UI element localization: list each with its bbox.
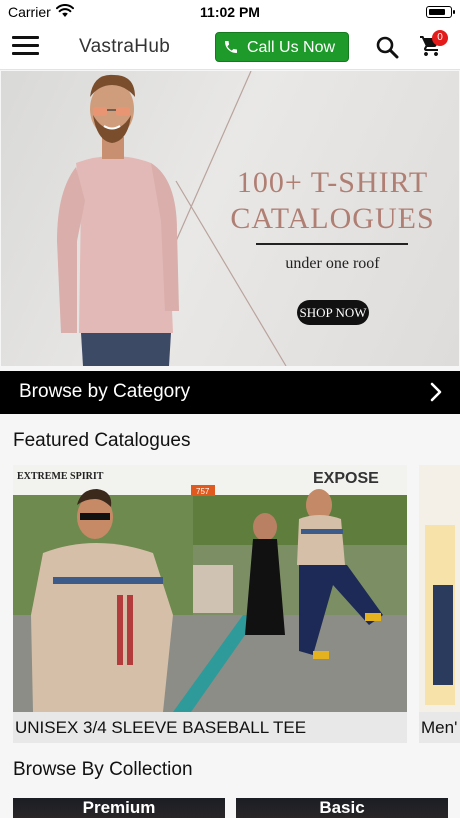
- call-us-button[interactable]: Call Us Now: [215, 32, 349, 62]
- app-title: VastraHub: [79, 36, 171, 57]
- app-header: VastraHub Call Us Now 0: [0, 24, 460, 70]
- banner-model-image: [57, 74, 179, 366]
- catalogue-image: [419, 465, 460, 712]
- shop-now-button[interactable]: SHOP NOW: [297, 300, 369, 325]
- collection-tile-premium[interactable]: Premium: [13, 798, 225, 818]
- catalogue-caption: Men': [421, 718, 458, 737]
- promo-banner[interactable]: 100+ T-SHIRT CATALOGUES under one roof S…: [1, 71, 459, 366]
- banner-subtitle: under one roof: [285, 255, 380, 272]
- clock: 11:02 PM: [200, 4, 260, 20]
- catalogue-image: EXTREME SPIRIT EXPOSE 757: [13, 465, 407, 712]
- search-icon[interactable]: [375, 35, 399, 59]
- status-bar: Carrier 11:02 PM: [0, 0, 460, 24]
- collection-name: Basic: [319, 798, 365, 817]
- chevron-right-icon: [430, 382, 442, 402]
- featured-catalogues-title: Featured Catalogues: [13, 430, 191, 451]
- hamburger-menu-icon[interactable]: [12, 36, 39, 56]
- phone-icon: [225, 41, 237, 53]
- catalogue-image-text: EXTREME SPIRIT: [17, 471, 104, 482]
- banner-heading-line1: 100+ T-SHIRT: [236, 166, 429, 199]
- catalogue-card[interactable]: Men': [419, 465, 460, 743]
- catalogue-caption: UNISEX 3/4 SLEEVE BASEBALL TEE: [15, 718, 307, 737]
- collection-tile-basic[interactable]: Basic: [236, 798, 448, 818]
- banner-heading-line2: CATALOGUES: [230, 202, 435, 235]
- banner-divider: [256, 243, 408, 245]
- browse-by-category-label: Browse by Category: [19, 381, 191, 402]
- browse-by-collection-title: Browse By Collection: [13, 759, 193, 780]
- collection-name: Premium: [82, 798, 156, 817]
- app-screen: Carrier 11:02 PM VastraHub Call Us Now 0…: [0, 0, 460, 818]
- battery-level: [428, 8, 445, 15]
- call-us-label: Call Us Now: [247, 39, 336, 56]
- cart-count-badge: 0: [432, 30, 448, 46]
- battery-icon: [426, 6, 455, 18]
- catalogue-image-brand: EXPOSE: [313, 470, 379, 487]
- catalogue-image-tag: 757: [196, 487, 210, 496]
- catalogue-card[interactable]: EXTREME SPIRIT EXPOSE 757 UNISEX 3/4 SLE…: [13, 465, 407, 743]
- browse-by-category-bar[interactable]: Browse by Category: [0, 371, 460, 414]
- banner-heading: 100+ T-SHIRT CATALOGUES: [206, 165, 459, 237]
